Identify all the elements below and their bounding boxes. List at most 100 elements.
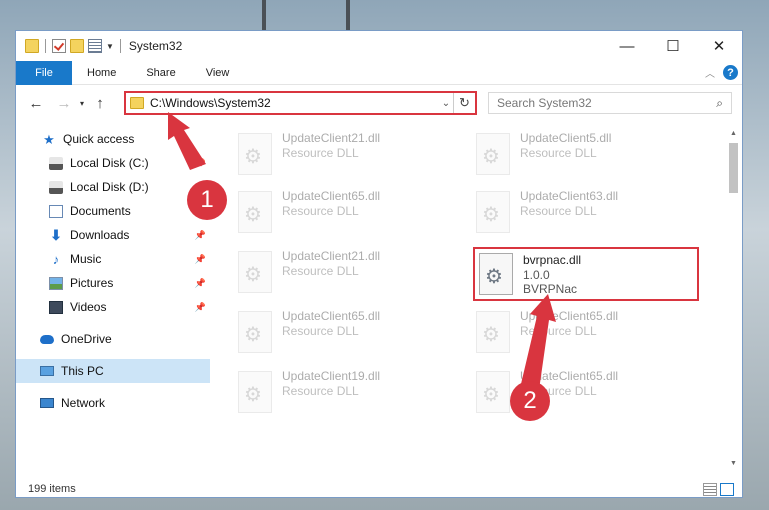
file-item[interactable]: ⚙ UpdateClient21.dll Resource DLL <box>220 129 446 183</box>
vertical-scrollbar[interactable]: ▲ ▼ <box>725 125 742 471</box>
drive-icon <box>49 156 63 170</box>
star-icon: ★ <box>43 131 55 147</box>
gear-icon: ⚙ <box>482 384 500 406</box>
sidebar-item-videos[interactable]: Videos 📌 <box>16 295 210 319</box>
file-type: Resource DLL <box>282 204 359 218</box>
file-item[interactable]: ⚙ UpdateClient5.dll Resource DLL <box>458 129 684 183</box>
music-icon: ♪ <box>52 251 60 267</box>
address-path[interactable]: C:\Windows\System32 <box>150 96 439 110</box>
up-button[interactable]: ↑ <box>89 92 111 114</box>
new-folder-icon[interactable] <box>70 39 84 53</box>
sidebar-item-downloads[interactable]: ⬇ Downloads 📌 <box>16 223 210 247</box>
navigation-pane: ★ Quick access Local Disk (C:) 📌 Local D… <box>16 125 210 471</box>
folder-icon <box>25 39 39 53</box>
search-box[interactable]: ⌕ <box>488 92 732 114</box>
sidebar-item-documents[interactable]: Documents <box>16 199 210 223</box>
sidebar-item-onedrive[interactable]: OneDrive <box>16 327 210 351</box>
gear-icon: ⚙ <box>482 146 500 168</box>
file-name: UpdateClient21.dll <box>282 249 381 263</box>
file-item[interactable]: ⚙ UpdateClient65.dll Resource DLL <box>220 307 446 361</box>
properties-check-icon[interactable] <box>52 39 66 53</box>
help-icon[interactable]: ? <box>723 65 738 80</box>
pin-icon[interactable]: 📌 <box>195 302 206 313</box>
sidebar-item-label: Local Disk (D:) <box>70 180 149 194</box>
scroll-thumb[interactable] <box>729 143 738 193</box>
sidebar-item-local-disk-d[interactable]: Local Disk (D:) <box>16 175 210 199</box>
explorer-window: ▼ System32 — ☐ ✕ File Home Share View ︿ … <box>15 30 743 498</box>
title-bar: ▼ System32 — ☐ ✕ <box>16 31 742 61</box>
pin-icon[interactable]: 📌 <box>195 278 206 289</box>
sidebar-item-label: Documents <box>70 204 131 218</box>
scroll-down-button[interactable]: ▼ <box>725 455 742 471</box>
gear-icon: ⚙ <box>482 204 500 226</box>
back-button[interactable]: ← <box>25 92 47 114</box>
quick-access-toolbar: ▼ <box>25 39 123 53</box>
chevron-up-icon[interactable]: ︿ <box>705 65 715 80</box>
refresh-button[interactable]: ↻ <box>453 93 475 113</box>
file-type: Resource DLL <box>282 264 359 278</box>
file-name: bvrpnac.dll <box>523 253 582 267</box>
file-item[interactable]: ⚙ UpdateClient63.dll Resource DLL <box>458 187 684 241</box>
details-view-icon[interactable] <box>703 482 717 496</box>
file-item[interactable]: ⚙ UpdateClient65.dll Resource DLL <box>458 307 684 361</box>
dll-file-icon: ⚙ <box>476 191 510 233</box>
forward-button[interactable]: → <box>53 92 75 114</box>
file-type: Resource DLL <box>520 146 597 160</box>
ribbon-controls: ︿ ? <box>705 65 738 80</box>
scroll-up-button[interactable]: ▲ <box>725 125 742 141</box>
toolbar-divider <box>45 39 46 53</box>
minimize-button[interactable]: — <box>604 31 650 61</box>
tab-home[interactable]: Home <box>72 61 131 85</box>
tab-file[interactable]: File <box>16 60 72 85</box>
dll-file-icon: ⚙ <box>476 133 510 175</box>
recent-locations-dropdown[interactable]: ▾ <box>75 92 89 114</box>
tab-share[interactable]: Share <box>131 61 190 85</box>
sidebar-item-music[interactable]: ♪ Music 📌 <box>16 247 210 271</box>
tab-view[interactable]: View <box>191 61 245 85</box>
pin-icon[interactable]: 📌 <box>195 230 206 241</box>
gear-icon: ⚙ <box>244 264 262 286</box>
file-name: UpdateClient65.dll <box>282 309 381 323</box>
file-name: UpdateClient63.dll <box>520 189 619 203</box>
maximize-button[interactable]: ☐ <box>650 31 696 61</box>
sidebar-item-label: Music <box>70 252 102 266</box>
dll-file-icon: ⚙ <box>238 191 272 233</box>
sidebar-item-quick-access[interactable]: ★ Quick access <box>16 127 210 151</box>
dll-file-icon: ⚙ <box>238 133 272 175</box>
dll-file-icon: ⚙ <box>238 311 272 353</box>
file-item[interactable]: ⚙ UpdateClient65.dll Resource DLL <box>220 187 446 241</box>
gear-icon: ⚙ <box>244 146 262 168</box>
background-pole <box>262 0 266 30</box>
sidebar-item-this-pc[interactable]: This PC <box>16 359 210 383</box>
gear-icon: ⚙ <box>482 324 500 346</box>
this-pc-icon <box>40 366 54 376</box>
gear-icon: ⚙ <box>244 204 262 226</box>
search-input[interactable] <box>497 96 717 110</box>
properties-icon[interactable] <box>88 39 102 53</box>
address-dropdown-icon[interactable]: ⌄ <box>439 98 453 109</box>
tiles-view-icon[interactable] <box>720 482 734 496</box>
status-bar: 199 items <box>16 479 742 499</box>
file-item[interactable]: ⚙ UpdateClient19.dll Resource DLL <box>220 367 446 421</box>
step-2-callout: 2 <box>510 381 550 421</box>
file-name: UpdateClient65.dll <box>282 189 381 203</box>
sidebar-item-network[interactable]: Network <box>16 391 210 415</box>
file-item[interactable]: ⚙ UpdateClient65.dll Resource DLL <box>458 367 684 421</box>
pin-icon[interactable]: 📌 <box>195 158 206 169</box>
step-1-callout: 1 <box>187 180 227 220</box>
file-item[interactable]: ⚙ UpdateClient21.dll Resource DLL <box>220 247 446 301</box>
close-button[interactable]: ✕ <box>696 31 742 61</box>
pin-icon[interactable]: 📌 <box>195 254 206 265</box>
sidebar-item-label: Quick access <box>63 132 135 146</box>
sidebar-item-local-disk-c[interactable]: Local Disk (C:) 📌 <box>16 151 210 175</box>
item-count: 199 items <box>28 483 76 495</box>
sidebar-item-pictures[interactable]: Pictures 📌 <box>16 271 210 295</box>
dll-file-icon: ⚙ <box>476 311 510 353</box>
videos-icon <box>49 300 63 314</box>
search-icon[interactable]: ⌕ <box>716 96 723 111</box>
file-item-bvrpnac-dll[interactable]: ⚙ bvrpnac.dll 1.0.0 BVRPNac <box>473 247 699 301</box>
address-bar[interactable]: C:\Windows\System32 ⌄ ↻ <box>124 91 477 115</box>
customize-toolbar-dropdown-icon[interactable]: ▼ <box>106 42 114 51</box>
